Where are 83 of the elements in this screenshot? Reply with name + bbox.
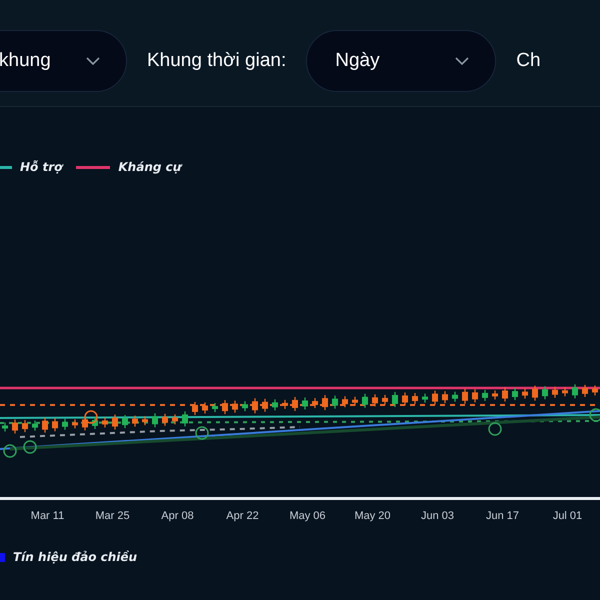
chevron-down-icon <box>86 57 100 65</box>
candlestick <box>302 398 308 410</box>
candlestick <box>522 388 528 399</box>
candlestick <box>192 402 198 415</box>
candlestick <box>132 416 138 427</box>
candlestick <box>22 420 28 432</box>
candlestick <box>112 414 118 430</box>
candlestick <box>502 388 508 402</box>
axis-label: Jun 17 <box>484 510 520 522</box>
candlestick <box>202 402 208 414</box>
candlestick <box>242 401 248 412</box>
candlestick <box>12 420 18 434</box>
timeframe-label: Khung thời gian: <box>147 50 286 72</box>
candlestick <box>162 414 168 426</box>
candlestick <box>392 392 398 407</box>
candlestick <box>212 403 218 412</box>
candlestick <box>452 392 458 402</box>
candlestick <box>382 394 388 405</box>
candlestick <box>232 400 238 413</box>
candlestick <box>32 420 38 431</box>
candlestick <box>582 384 588 397</box>
candlestick <box>122 415 128 428</box>
candlestick <box>72 419 78 428</box>
candlestick <box>562 387 568 396</box>
toolbar-label: Ch <box>516 50 541 72</box>
axis-label: May 06 <box>288 510 327 522</box>
candlestick <box>322 395 328 410</box>
axis-label: Jul 01 <box>552 510 584 522</box>
candlestick <box>152 413 158 428</box>
candlestick <box>572 384 578 398</box>
candlestick <box>222 400 228 414</box>
axis-label: Mar 25 <box>94 510 131 522</box>
candlestick <box>342 396 348 408</box>
candlestick <box>362 394 368 408</box>
candlestick <box>372 394 378 406</box>
chevron-down-icon <box>455 57 470 65</box>
signal-marker <box>488 422 502 436</box>
candlestick <box>432 390 438 405</box>
signal-marker <box>3 444 17 458</box>
legend-label: Kháng cự <box>118 160 182 174</box>
candlestick <box>292 396 298 411</box>
candlestick <box>482 390 488 401</box>
candlestick <box>532 386 538 401</box>
candlestick <box>312 398 318 408</box>
candlestick <box>272 399 278 410</box>
candlestick <box>182 411 188 426</box>
candlestick <box>552 386 558 398</box>
candlestick <box>422 394 428 403</box>
axis-label: Jun 03 <box>420 510 456 522</box>
candlestick <box>2 422 8 432</box>
candlestick <box>102 418 108 428</box>
axis-label: Apr 08 <box>160 510 195 522</box>
candlestick <box>282 400 288 409</box>
dropdown[interactable]: khung <box>0 30 127 92</box>
candlestick <box>52 418 58 432</box>
candlestick <box>402 392 408 406</box>
axis-label: Apr 22 <box>225 510 260 522</box>
axis-label: May 20 <box>353 510 392 522</box>
timeframe-dropdown[interactable]: Ngày <box>306 30 496 92</box>
signal-marker <box>84 410 98 424</box>
candlestick <box>412 393 418 404</box>
signal-marker <box>23 440 37 454</box>
candlestick <box>262 398 268 412</box>
candlestick <box>252 398 258 414</box>
candlestick <box>442 391 448 404</box>
legend-label: Hỗ trợ <box>20 160 62 174</box>
axis-label: Mar 11 <box>30 510 66 522</box>
candlestick <box>472 389 478 402</box>
candlestick <box>172 414 178 424</box>
signal-marker <box>195 426 209 440</box>
signal-marker <box>589 408 600 422</box>
legend-label: Tín hiệu đảo chiều <box>13 550 138 564</box>
candlestick <box>592 385 598 396</box>
candlestick <box>42 418 48 433</box>
candlestick <box>492 390 498 400</box>
candlestick <box>352 396 358 406</box>
candlestick <box>462 388 468 404</box>
candlestick <box>332 396 338 409</box>
candlestick <box>512 388 518 400</box>
candlestick <box>62 418 68 430</box>
candlestick <box>542 386 548 400</box>
candlestick <box>92 416 98 429</box>
candlestick <box>142 416 148 426</box>
